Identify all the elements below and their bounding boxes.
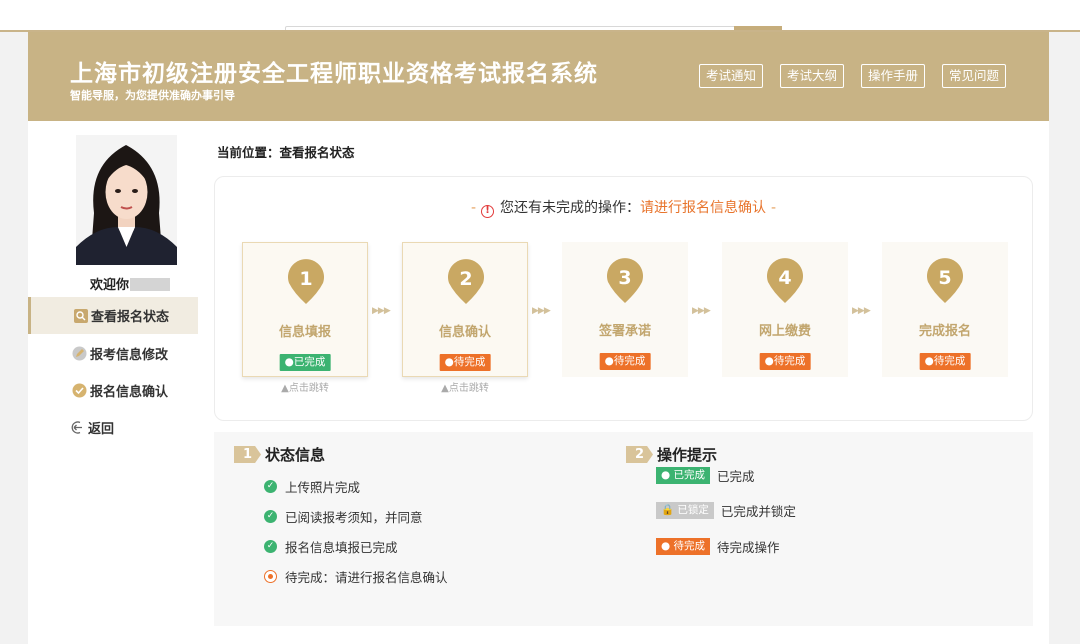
step-card-4[interactable]: 4 网上缴费 ●待完成 bbox=[722, 242, 848, 377]
step-label: 信息填报 bbox=[278, 325, 331, 340]
site-header: 上海市初级注册安全工程师职业资格考试报名系统 智能导服，为您提供准确办事引导 考… bbox=[28, 32, 1049, 121]
header-nav: 考试通知 考试大纲 操作手册 常见问题 bbox=[698, 64, 1006, 88]
sidebar-item-edit-info[interactable]: 报考信息修改 bbox=[28, 335, 198, 372]
section-number-badge: 2 bbox=[626, 446, 653, 463]
legend-text: 已完成并锁定 bbox=[720, 504, 796, 519]
step-status-badge: ●待完成 bbox=[919, 353, 971, 370]
step-jump-link[interactable]: ▲点击跳转 bbox=[403, 379, 527, 394]
sidebar-item-label: 查看报名状态 bbox=[91, 310, 170, 325]
status-item-text: 上传照片完成 bbox=[285, 479, 361, 495]
step-number: 2 bbox=[459, 268, 472, 290]
status-item: 待完成：请进行报名信息确认 bbox=[264, 561, 448, 591]
site-title: 上海市初级注册安全工程师职业资格考试报名系统 bbox=[70, 61, 598, 87]
sidebar-item-back[interactable]: 返回 bbox=[28, 409, 198, 446]
check-circle-icon bbox=[72, 383, 87, 398]
status-item-text: 报名信息填报已完成 bbox=[285, 539, 398, 555]
step-arrow-icon: ▶▶▶ bbox=[852, 306, 871, 316]
site-subtitle: 智能导服，为您提供准确办事引导 bbox=[70, 89, 235, 102]
welcome-label: 欢迎你 bbox=[90, 278, 130, 293]
search-icon bbox=[73, 308, 88, 323]
step-arrow-icon: ▶▶▶ bbox=[532, 306, 551, 316]
step-arrow-icon: ▶▶▶ bbox=[372, 306, 391, 316]
step-arrow-icon: ▶▶▶ bbox=[692, 306, 711, 316]
section-title-text: 操作提示 bbox=[657, 446, 718, 464]
step-number: 3 bbox=[618, 267, 631, 289]
legend-text: 待完成操作 bbox=[717, 540, 780, 555]
sidebar-item-label: 报考信息修改 bbox=[90, 348, 169, 363]
legend-item: 🔒 已锁定 已完成并锁定 bbox=[656, 501, 796, 520]
legend-badge-done: ● 已完成 bbox=[656, 467, 710, 484]
step-number: 4 bbox=[778, 267, 791, 289]
warning-icon: ! bbox=[481, 205, 494, 218]
step-jump-link[interactable]: ▲点击跳转 bbox=[243, 379, 367, 394]
step-status-badge: ●待完成 bbox=[599, 353, 651, 370]
check-icon: ✓ bbox=[264, 509, 277, 523]
step-pin-icon: 1 bbox=[288, 259, 324, 304]
section-number-badge: 1 bbox=[234, 446, 261, 463]
notice-dash-right: - bbox=[771, 200, 777, 216]
pending-notice: -! 您还有未完成的操作：请进行报名信息确认 - bbox=[215, 197, 1032, 218]
notice-dash-left: - bbox=[470, 200, 476, 216]
sidebar-item-label: 返回 bbox=[88, 422, 115, 437]
back-icon bbox=[70, 420, 85, 435]
welcome-text: 欢迎你 bbox=[90, 274, 171, 293]
notice-link[interactable]: 请进行报名信息确认 bbox=[640, 200, 766, 216]
notice-text: 您还有未完成的操作： bbox=[500, 200, 640, 216]
pending-icon bbox=[264, 569, 277, 583]
step-pin-icon: 2 bbox=[448, 259, 484, 304]
sidebar-item-label: 报名信息确认 bbox=[90, 385, 169, 400]
main-content: 欢迎你 查看报名状态 报考信息修改 报名信息确认 返回 当前位置：查看报名状态 … bbox=[28, 121, 1049, 644]
check-icon: ✓ bbox=[264, 479, 277, 493]
step-pin-icon: 4 bbox=[767, 258, 803, 303]
sidebar-item-view-status[interactable]: 查看报名状态 bbox=[28, 297, 198, 334]
nav-user-manual[interactable]: 操作手册 bbox=[860, 64, 925, 88]
nav-exam-syllabus[interactable]: 考试大纲 bbox=[779, 64, 844, 88]
step-label: 签署承诺 bbox=[598, 324, 651, 339]
nav-faq[interactable]: 常见问题 bbox=[941, 64, 1006, 88]
tips-title: 2 操作提示 bbox=[626, 444, 717, 465]
step-status-badge: ●已完成 bbox=[279, 354, 331, 371]
legend-text: 已完成 bbox=[717, 469, 755, 484]
sidebar-item-confirm-info[interactable]: 报名信息确认 bbox=[28, 372, 198, 409]
breadcrumb: 当前位置：查看报名状态 bbox=[217, 145, 355, 160]
legend-badge-locked: 🔒 已锁定 bbox=[656, 502, 714, 519]
step-label: 网上缴费 bbox=[758, 324, 811, 339]
progress-panel: -! 您还有未完成的操作：请进行报名信息确认 - 1 信息填报 ●已完成 ▲点击跳转… bbox=[214, 176, 1033, 421]
status-info-title: 1 状态信息 bbox=[234, 444, 325, 465]
legend-item: ● 已完成 已完成 bbox=[656, 466, 755, 485]
status-list: ✓ 上传照片完成 ✓ 已阅读报考须知，并同意 ✓ 报名信息填报已完成 待完成：请进行报… bbox=[264, 471, 448, 591]
status-item-text: 已阅读报考须知，并同意 bbox=[285, 509, 423, 525]
legend-item: ● 待完成 待完成操作 bbox=[656, 537, 780, 556]
step-pin-icon: 5 bbox=[927, 258, 963, 303]
step-label: 完成报名 bbox=[918, 324, 971, 339]
section-title-text: 状态信息 bbox=[265, 446, 326, 464]
edit-icon bbox=[72, 346, 87, 361]
status-item: ✓ 已阅读报考须知，并同意 bbox=[264, 501, 448, 531]
step-card-2[interactable]: 2 信息确认 ●待完成 ▲点击跳转 bbox=[402, 242, 528, 394]
info-section: 1 状态信息 ✓ 上传照片完成 ✓ 已阅读报考须知，并同意 ✓ 报名信息填报已完成 待完… bbox=[214, 432, 1033, 626]
check-icon: ✓ bbox=[264, 539, 277, 553]
avatar bbox=[76, 135, 177, 265]
step-number: 1 bbox=[299, 268, 312, 290]
status-item-text: 待完成：请进行报名信息确认 bbox=[285, 569, 448, 585]
step-status-badge: ●待完成 bbox=[439, 354, 491, 371]
status-item: ✓ 报名信息填报已完成 bbox=[264, 531, 448, 561]
nav-exam-notice[interactable]: 考试通知 bbox=[698, 64, 763, 88]
step-label: 信息确认 bbox=[438, 325, 491, 340]
step-card-3[interactable]: 3 签署承诺 ●待完成 bbox=[562, 242, 688, 377]
legend-badge-pending: ● 待完成 bbox=[656, 538, 710, 555]
username-mask bbox=[130, 278, 171, 291]
step-pin-icon: 3 bbox=[607, 258, 643, 303]
step-card-5[interactable]: 5 完成报名 ●待完成 bbox=[882, 242, 1008, 377]
step-status-badge: ●待完成 bbox=[759, 353, 811, 370]
step-card-1[interactable]: 1 信息填报 ●已完成 ▲点击跳转 bbox=[242, 242, 368, 394]
step-number: 5 bbox=[938, 267, 951, 289]
status-item: ✓ 上传照片完成 bbox=[264, 471, 448, 501]
